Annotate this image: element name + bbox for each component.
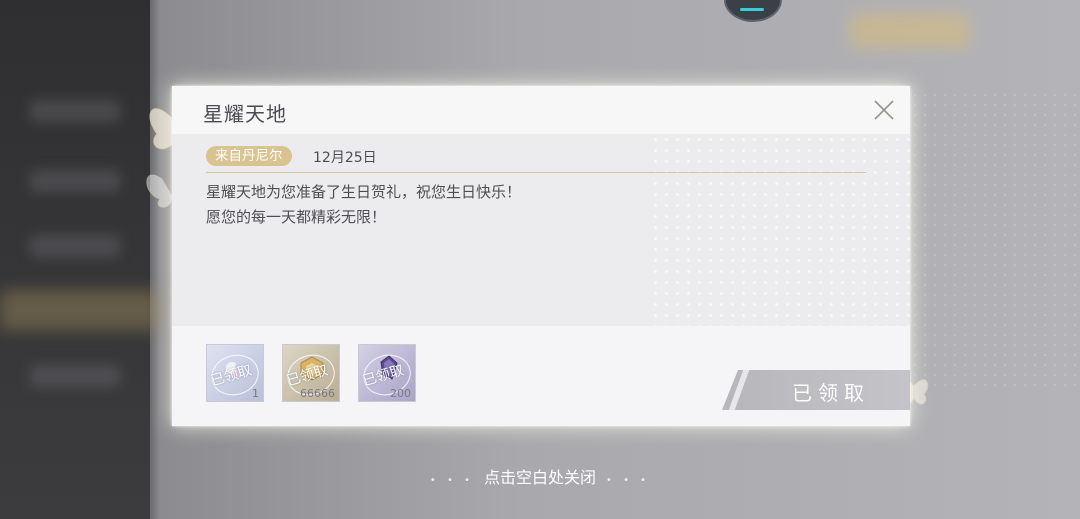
- sender-badge: 来自丹尼尔: [206, 146, 292, 166]
- decorative-dots: [650, 134, 910, 326]
- background-top-button: [850, 14, 970, 48]
- background-selected-strip: [0, 290, 160, 330]
- hint-dots-right: • • •: [606, 475, 651, 486]
- background-dots: [910, 90, 1080, 390]
- divider: [206, 172, 866, 173]
- dialog-title: 星耀天地: [203, 102, 287, 126]
- mail-body: 星耀天地为您准备了生日贺礼，祝您生日快乐！ 愿您的每一天都精彩无限！: [206, 180, 806, 230]
- item-quantity: 66666: [300, 387, 335, 400]
- item-quantity: 200: [390, 387, 411, 400]
- mail-dialog[interactable]: 星耀天地 来自丹尼尔 12月25日 星耀天地为您准备了生日贺礼，祝您生日快乐！ …: [172, 86, 910, 426]
- mail-body-line: 愿您的每一天都精彩无限！: [206, 208, 387, 226]
- mail-date: 12月25日: [313, 150, 377, 166]
- screen[interactable]: 星耀天地 来自丹尼尔 12月25日 星耀天地为您准备了生日贺礼，祝您生日快乐！ …: [0, 0, 1080, 519]
- hint-dots-left: • • •: [429, 475, 474, 486]
- reward-item[interactable]: 已领取 200: [358, 344, 416, 402]
- item-quantity: 1: [252, 387, 259, 400]
- dialog-header: 星耀天地: [172, 86, 910, 134]
- claim-button-label: 已领取: [792, 381, 870, 405]
- background-sidebar: [0, 0, 150, 519]
- reward-item[interactable]: 已领取 1: [206, 344, 264, 402]
- background-avatar-circle: [724, 0, 782, 22]
- claim-button[interactable]: 已领取: [722, 370, 910, 410]
- mail-body-line: 星耀天地为您准备了生日贺礼，祝您生日快乐！: [206, 183, 522, 201]
- close-hint-text: 点击空白处关闭: [483, 468, 596, 487]
- reward-item[interactable]: 已领取 66666: [282, 344, 340, 402]
- close-icon[interactable]: [872, 98, 896, 122]
- close-hint[interactable]: • • • 点击空白处关闭 • • •: [0, 464, 1080, 488]
